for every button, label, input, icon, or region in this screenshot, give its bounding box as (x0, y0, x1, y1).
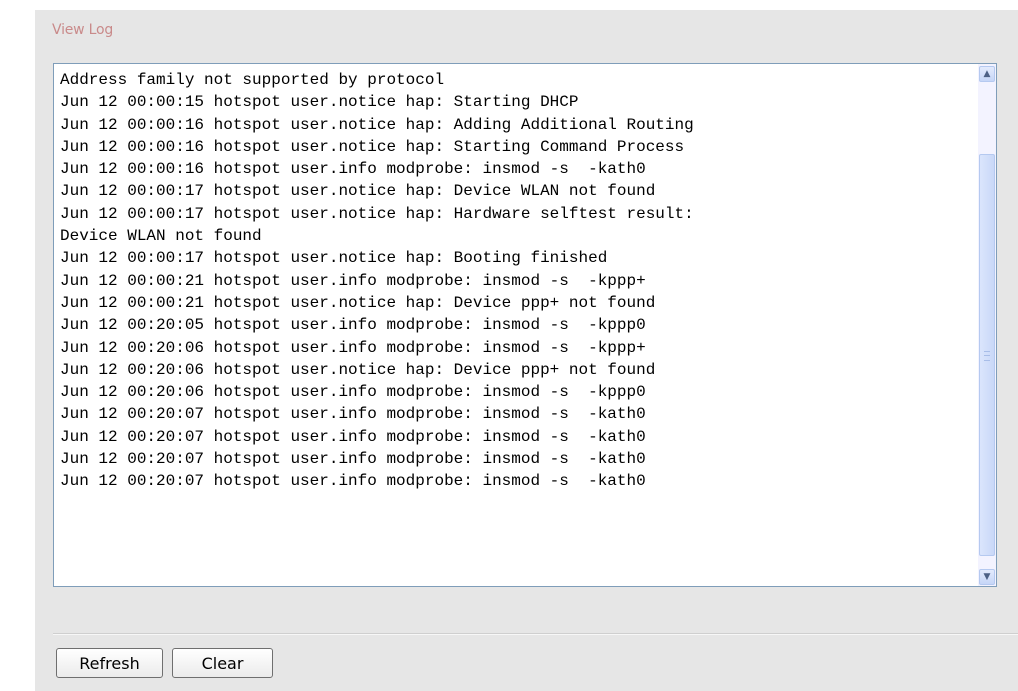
log-line: Jun 12 00:20:05 hotspot user.info modpro… (60, 316, 646, 335)
log-line: Jun 12 00:20:07 hotspot user.info modpro… (60, 427, 646, 446)
refresh-button[interactable]: Refresh (56, 648, 163, 678)
log-line: Jun 12 00:00:15 hotspot user.notice hap:… (60, 93, 579, 112)
log-textarea[interactable]: Address family not supported by protocol… (53, 63, 997, 587)
log-lines: Address family not supported by protocol… (60, 69, 694, 493)
log-line: Jun 12 00:20:06 hotspot user.notice hap:… (60, 360, 656, 379)
log-line: Jun 12 00:20:06 hotspot user.info modpro… (60, 383, 646, 402)
scroll-up-arrow-icon[interactable]: ▲ (979, 66, 995, 82)
log-line: Jun 12 00:20:07 hotspot user.info modpro… (60, 405, 646, 424)
divider (53, 633, 1018, 635)
scroll-down-arrow-icon[interactable]: ▼ (979, 569, 995, 585)
log-line: Jun 12 00:00:21 hotspot user.info modpro… (60, 271, 646, 290)
scrollbar-thumb[interactable] (979, 154, 995, 556)
log-line: Device WLAN not found (60, 227, 262, 246)
log-line: Address family not supported by protocol (60, 71, 445, 89)
log-line: Jun 12 00:00:16 hotspot user.notice hap:… (60, 115, 694, 134)
log-line: Jun 12 00:20:07 hotspot user.info modpro… (60, 450, 646, 469)
scrollbar-grip-icon (984, 351, 990, 361)
log-line: Jun 12 00:00:21 hotspot user.notice hap:… (60, 293, 656, 312)
section-title: View Log (52, 22, 114, 38)
clear-button[interactable]: Clear (172, 648, 273, 678)
log-line: Jun 12 00:00:16 hotspot user.info modpro… (60, 160, 646, 179)
log-scrollbar[interactable]: ▲ ▼ (978, 64, 996, 586)
log-line: Jun 12 00:00:17 hotspot user.notice hap:… (60, 249, 608, 268)
log-line: Jun 12 00:00:17 hotspot user.notice hap:… (60, 204, 694, 223)
log-line: Jun 12 00:20:07 hotspot user.info modpro… (60, 472, 646, 491)
log-line: Jun 12 00:00:17 hotspot user.notice hap:… (60, 182, 656, 201)
log-line: Jun 12 00:00:16 hotspot user.notice hap:… (60, 137, 685, 156)
log-line: Jun 12 00:20:06 hotspot user.info modpro… (60, 338, 646, 357)
